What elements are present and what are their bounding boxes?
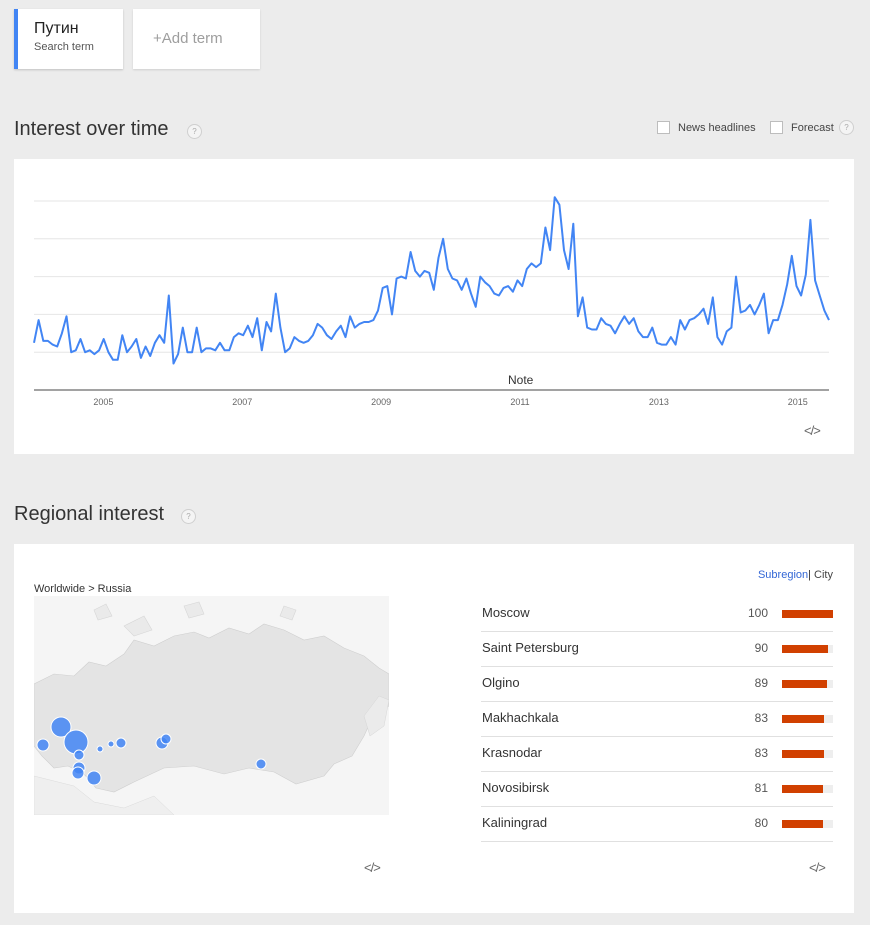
map-embed-code-icon[interactable]: </> [364, 860, 381, 875]
region-value: 100 [747, 606, 768, 620]
region-value: 83 [754, 711, 768, 725]
region-row[interactable]: Saint Petersburg 90 [481, 631, 833, 667]
bubble-city [71, 766, 85, 780]
bubble-makhachkala [86, 770, 102, 786]
embed-code-icon[interactable]: </> [804, 423, 821, 438]
region-value: 81 [754, 781, 768, 795]
region-bar [782, 785, 824, 793]
region-bar [782, 680, 828, 688]
bubble-city [96, 745, 104, 753]
regional-interest-title: Regional interest [14, 503, 165, 525]
tab-subregion[interactable]: Subregion [758, 569, 808, 581]
region-name[interactable]: Saint Petersburg [482, 640, 579, 655]
region-map[interactable] [34, 596, 389, 815]
region-bar-track [782, 715, 833, 723]
region-bar [782, 820, 823, 828]
region-name[interactable]: Kaliningrad [482, 815, 547, 830]
x-tick-label: 2011 [510, 397, 530, 407]
region-value: 90 [754, 641, 768, 655]
region-name[interactable]: Novosibirsk [482, 780, 549, 795]
bubble-city [115, 737, 127, 749]
region-row[interactable]: Moscow 100 [481, 596, 833, 632]
tab-separator: | [808, 569, 811, 581]
region-bar [782, 750, 825, 758]
tab-city[interactable]: City [814, 569, 833, 581]
region-row[interactable]: Kaliningrad 80 [481, 806, 833, 842]
interest-chart [33, 196, 830, 391]
note-annotation[interactable]: Note [508, 373, 533, 387]
region-tabs: Subregion| City [758, 569, 833, 581]
breadcrumb[interactable]: Worldwide > Russia [34, 583, 131, 595]
region-row[interactable]: Olgino 89 [481, 666, 833, 702]
list-embed-code-icon[interactable]: </> [809, 860, 826, 875]
x-tick-label: 2005 [93, 397, 114, 407]
region-name[interactable]: Krasnodar [482, 745, 542, 760]
region-bar [782, 715, 825, 723]
x-tick-label: 2009 [371, 397, 392, 407]
bubble-city [73, 749, 85, 761]
region-bar-track [782, 750, 833, 758]
region-name[interactable]: Makhachkala [482, 710, 559, 725]
region-bar-track [782, 645, 833, 653]
region-bar-track [782, 820, 833, 828]
bubble-city [107, 740, 115, 748]
x-tick-label: 2007 [232, 397, 253, 407]
interest-line [33, 196, 830, 365]
x-tick-label: 2015 [787, 397, 808, 407]
region-name[interactable]: Moscow [482, 605, 530, 620]
region-value: 89 [754, 676, 768, 690]
region-name[interactable]: Olgino [482, 675, 520, 690]
bubble-kaliningrad [36, 738, 50, 752]
region-value: 80 [754, 816, 768, 830]
regional-help-icon[interactable]: ? [181, 509, 196, 524]
bubble-city [160, 733, 172, 745]
region-bar [782, 610, 833, 618]
region-bar-track [782, 610, 833, 618]
region-bar-track [782, 680, 833, 688]
region-row[interactable]: Makhachkala 83 [481, 701, 833, 737]
x-tick-label: 2013 [648, 397, 669, 407]
region-row[interactable]: Krasnodar 83 [481, 736, 833, 772]
region-bar [782, 645, 828, 653]
region-bar-track [782, 785, 833, 793]
region-row[interactable]: Novosibirsk 81 [481, 771, 833, 807]
bubble-city [255, 758, 267, 770]
region-value: 83 [754, 746, 768, 760]
